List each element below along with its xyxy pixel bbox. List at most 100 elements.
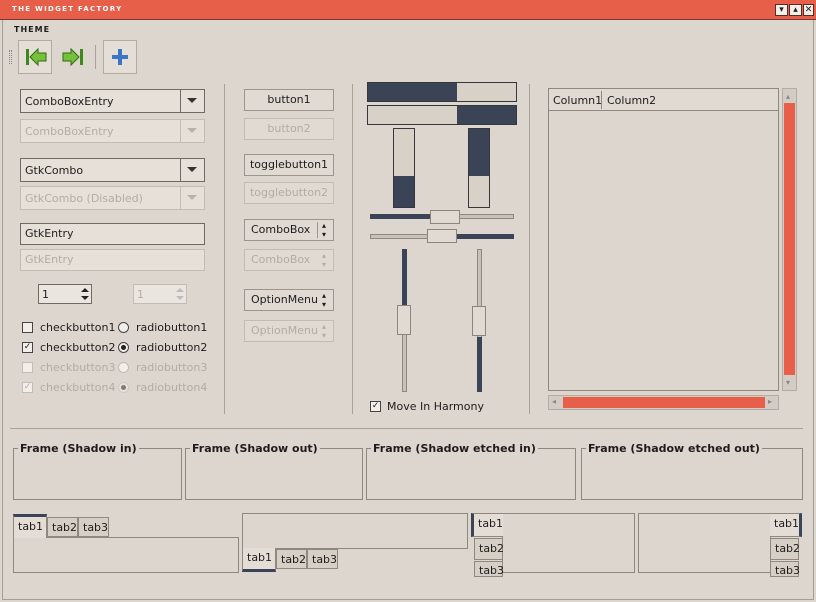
notebook-right-tab3[interactable]: tab3: [770, 561, 800, 577]
optionmenu-label: OptionMenu: [251, 293, 318, 306]
close-button[interactable]: ✕: [803, 4, 814, 16]
spin-button-disabled: 1: [133, 284, 187, 304]
notebook-top-tab3[interactable]: tab3: [78, 517, 109, 537]
notebook-top-tab2[interactable]: tab2: [47, 517, 78, 537]
button1[interactable]: button1: [244, 89, 334, 111]
minimize-button[interactable]: ▾: [775, 4, 788, 16]
gtk-entry-disabled: GtkEntry: [20, 249, 205, 271]
frame-title: Frame (Shadow in): [18, 442, 139, 455]
gtkcombo[interactable]: GtkCombo: [20, 158, 205, 182]
checkbutton3-label: checkbutton3: [40, 361, 116, 374]
radiobutton4-circle: [118, 382, 129, 393]
comboboxentry-disabled: ComboBoxEntry: [20, 119, 205, 143]
combobox-button[interactable]: ComboBox ▴ ▾: [244, 219, 334, 241]
chevron-down-icon: [187, 195, 197, 200]
spin-value: 1: [42, 288, 49, 301]
horizontal-scroll-thumb[interactable]: [563, 397, 765, 408]
scroll-right-icon[interactable]: ▸: [768, 397, 772, 406]
toolbar-separator: [95, 45, 96, 69]
tree-view[interactable]: Column1 Column2: [548, 88, 779, 391]
frame-shadow-etched-out: Frame (Shadow etched out): [581, 442, 803, 500]
vertical-scroll-thumb[interactable]: [784, 103, 795, 375]
go-first-button[interactable]: [18, 40, 52, 74]
notebook-left-page: [502, 513, 635, 573]
radiobutton1-circle[interactable]: [118, 322, 129, 333]
updown-icon: ▴ ▾: [322, 291, 327, 309]
title-bar: THE WIDGET FACTORY ▾ ▴ ✕: [0, 0, 816, 20]
optionmenu-disabled-label: OptionMenu: [251, 324, 318, 337]
notebook-right-page: [638, 513, 771, 573]
horizontal-scrollbar[interactable]: ◂ ▸: [548, 395, 779, 410]
scroll-down-icon[interactable]: ▾: [786, 378, 790, 387]
checkbutton2-box[interactable]: ✓: [22, 342, 33, 353]
radiobutton2-label[interactable]: radiobutton2: [136, 341, 207, 354]
comboboxentry-arrow[interactable]: [180, 90, 204, 112]
togglebutton1[interactable]: togglebutton1: [244, 154, 334, 176]
menu-theme[interactable]: THEME: [14, 25, 50, 34]
comboboxentry[interactable]: ComboBoxEntry: [20, 89, 205, 113]
notebook-bottom-tab2[interactable]: tab2: [276, 549, 307, 569]
spin-down-icon[interactable]: [81, 296, 89, 300]
gtkcombo-text: GtkCombo: [25, 164, 84, 177]
checkbutton4-label: checkbutton4: [40, 381, 116, 394]
toolbar-grip[interactable]: [9, 50, 12, 64]
comboboxentry-disabled-arrow: [180, 120, 204, 142]
spin-down-icon: [176, 296, 184, 300]
progress-fill: [394, 176, 414, 207]
checkbutton1-label[interactable]: checkbutton1: [40, 321, 116, 334]
column1-header[interactable]: Column1: [553, 94, 602, 107]
maximize-button[interactable]: ▴: [789, 4, 802, 16]
frame-shadow-out: Frame (Shadow out): [185, 442, 363, 500]
go-first-icon: [26, 47, 47, 67]
separator: [224, 84, 225, 414]
radiobutton1-label[interactable]: radiobutton1: [136, 321, 207, 334]
vertical-scrollbar[interactable]: ▴ ▾: [782, 88, 797, 391]
optionmenu-button[interactable]: OptionMenu ▴ ▾: [244, 289, 334, 311]
chevron-down-icon: [187, 128, 197, 133]
chevron-down-icon: [187, 98, 197, 103]
column2-header[interactable]: Column2: [607, 94, 656, 107]
scroll-left-icon[interactable]: ◂: [552, 397, 556, 406]
go-last-button[interactable]: [56, 40, 90, 74]
hscale1-handle[interactable]: [430, 210, 460, 224]
notebook-left-tab3[interactable]: tab3: [474, 561, 504, 577]
separator: [529, 84, 530, 414]
spin-button[interactable]: 1: [38, 284, 92, 304]
notebook-left-tab1[interactable]: tab1: [471, 513, 503, 537]
hscale2-fill: [457, 234, 514, 239]
notebook-right-tab2[interactable]: tab2: [770, 538, 800, 560]
gtk-entry[interactable]: GtkEntry: [20, 223, 205, 245]
notebook-right-tab1[interactable]: tab1: [770, 513, 802, 537]
combobox-divider: [317, 222, 318, 238]
vscale1-handle[interactable]: [397, 305, 411, 335]
notebook-bottom-page: [242, 513, 468, 549]
frame-title: Frame (Shadow out): [190, 442, 320, 455]
gtkcombo-arrow[interactable]: [180, 159, 204, 181]
spin-up-icon[interactable]: [81, 288, 89, 292]
togglebutton2: togglebutton2: [244, 182, 334, 204]
checkbutton3-box: [22, 362, 33, 373]
progress-bar-v1: [393, 128, 415, 208]
checkbutton4-box: ✓: [22, 382, 33, 393]
progress-bar-h1: [367, 82, 517, 102]
column-divider: [601, 91, 602, 109]
radiobutton2-circle[interactable]: [118, 342, 129, 353]
checkbutton2-label[interactable]: checkbutton2: [40, 341, 116, 354]
add-button[interactable]: [103, 40, 137, 74]
notebook-top-page: [13, 537, 239, 573]
progress-bar-v2: [468, 128, 490, 208]
button2: button2: [244, 118, 334, 140]
notebook-left-tab2[interactable]: tab2: [474, 538, 504, 560]
progress-fill: [368, 83, 457, 101]
notebook-bottom-tab1[interactable]: tab1: [242, 548, 276, 572]
notebook-top-tab1[interactable]: tab1: [13, 514, 47, 538]
hscale2-handle[interactable]: [427, 229, 457, 243]
checkbutton1-box[interactable]: [22, 322, 33, 333]
vscale2-handle[interactable]: [472, 306, 486, 336]
move-harmony-checkbox[interactable]: ✓: [370, 401, 381, 412]
gtkcombo-disabled-text: GtkCombo (Disabled): [25, 192, 143, 205]
notebook-bottom-tab3[interactable]: tab3: [307, 549, 338, 569]
scroll-up-icon[interactable]: ▴: [786, 92, 790, 101]
optionmenu-disabled: OptionMenu ▴ ▾: [244, 320, 334, 342]
move-harmony-label[interactable]: Move In Harmony: [387, 400, 484, 413]
